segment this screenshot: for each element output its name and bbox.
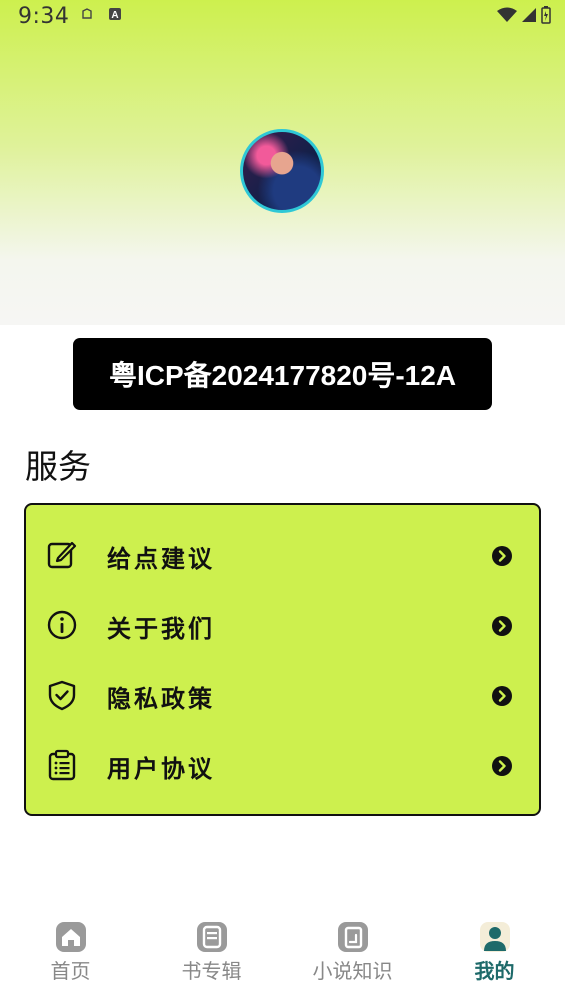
service-item-label: 给点建议 [107,545,215,573]
services-card: 给点建议 关于我们 隐私政策 用户协议 [24,503,541,816]
user-icon [479,922,510,952]
bottom-tab-bar: 首页 书专辑 小说知识 我的 [0,915,565,1004]
chevron-right-icon [492,616,512,636]
tab-label: 小说知识 [312,959,393,983]
battery-icon [541,6,551,24]
chevron-right-icon [492,756,512,776]
tab-home[interactable]: 首页 [0,915,141,985]
status-bar: 9:34 A [0,0,565,34]
tab-novel-knowledge[interactable]: 小说知识 [282,915,423,985]
edit-icon [47,541,77,569]
profile-header: 9:34 A [0,0,565,325]
book-icon [196,922,227,952]
icp-registration-badge: 粤ICP备2024177820号-12A [73,338,492,410]
service-item-label: 隐私政策 [107,685,215,713]
clipboard-icon [48,749,76,781]
service-item-feedback[interactable]: 给点建议 [26,525,539,585]
svg-text:A: A [111,10,118,21]
service-item-label: 用户协议 [107,755,215,783]
tab-book-albums[interactable]: 书专辑 [141,915,282,985]
status-time: 9:34 [18,4,70,29]
system-icons [497,6,551,24]
chevron-right-icon [492,686,512,706]
notification-icon [82,8,92,19]
service-item-terms[interactable]: 用户协议 [26,735,539,795]
services-title: 服务 [25,447,91,486]
shield-icon [48,680,76,711]
tab-label: 首页 [50,959,91,983]
tab-mine[interactable]: 我的 [424,915,565,985]
notes-icon [337,922,368,952]
tab-label: 我的 [474,959,515,983]
avatar[interactable] [240,129,324,213]
service-item-privacy[interactable]: 隐私政策 [26,665,539,725]
wifi-icon [497,7,517,22]
service-item-about[interactable]: 关于我们 [26,595,539,655]
chevron-right-icon [492,546,512,566]
signal-icon [522,8,536,22]
app-notification-icon: A [109,8,121,21]
home-icon [55,922,86,952]
info-icon [47,610,77,640]
tab-label: 书专辑 [181,959,242,983]
service-item-label: 关于我们 [107,615,215,643]
